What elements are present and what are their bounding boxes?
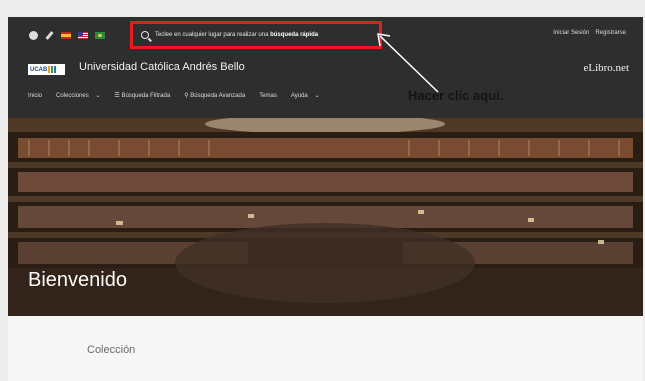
main-nav: Inicio Colecciones ⌄ ☰ Búsqueda Filtrada… — [28, 92, 320, 100]
language-switcher — [29, 31, 105, 40]
search-icon — [141, 31, 149, 39]
auth-links: Iniciar Sesión Registrarse — [553, 30, 626, 36]
quick-search-placeholder[interactable]: Teclee en cualquier lugar para realizar … — [155, 32, 318, 38]
chevron-down-icon: ⌄ — [95, 93, 101, 99]
university-name: Universidad Católica Andrés Bello — [79, 61, 245, 73]
logo-bars-icon — [48, 66, 57, 73]
filter-icon: ☰ — [114, 93, 120, 99]
login-link[interactable]: Iniciar Sesión — [553, 30, 589, 36]
nav-label-colecciones: Colecciones — [56, 93, 89, 99]
logo-text: UCAB — [30, 66, 48, 73]
search-icon: ⚲ — [184, 93, 189, 99]
nav-item-busqueda-avanzada[interactable]: ⚲ Búsqueda Avanzada — [184, 92, 245, 99]
search-placeholder-text: Teclee en cualquier lugar para realizar … — [155, 32, 269, 38]
hero-banner: Bienvenido — [8, 118, 643, 316]
register-link[interactable]: Registrarse — [595, 30, 626, 36]
elibro-brand[interactable]: eLibro.net — [583, 62, 629, 74]
nav-item-inicio[interactable]: Inicio — [28, 93, 42, 99]
nav-item-temas[interactable]: Temas — [259, 93, 277, 99]
app-frame: Teclee en cualquier lugar para realizar … — [8, 17, 643, 381]
nav-item-ayuda[interactable]: Ayuda ⌄ — [291, 92, 320, 99]
nav-label-busqueda-filtrada: Búsqueda Filtrada — [121, 93, 171, 99]
collection-section: Colección — [8, 316, 643, 381]
quick-search-box[interactable]: Teclee en cualquier lugar para realizar … — [130, 21, 382, 49]
search-placeholder-emphasis: búsqueda rápida — [270, 32, 319, 38]
nav-item-colecciones[interactable]: Colecciones ⌄ — [56, 92, 100, 99]
flag-spain-icon[interactable] — [61, 32, 71, 39]
flag-brazil-icon[interactable] — [95, 32, 105, 39]
hero-title: Bienvenido — [28, 269, 127, 291]
chevron-down-icon: ⌄ — [314, 93, 320, 99]
ucab-logo[interactable]: UCAB — [28, 64, 65, 75]
nav-label-ayuda: Ayuda — [290, 93, 308, 99]
flag-usa-icon[interactable] — [78, 32, 88, 39]
nav-label-busqueda-avanzada: Búsqueda Avanzada — [190, 93, 246, 99]
annotation-callout: Hacer clic aquí. — [408, 88, 504, 103]
nav-item-busqueda-filtrada[interactable]: ☰ Búsqueda Filtrada — [114, 92, 170, 99]
top-bar: Teclee en cualquier lugar para realizar … — [8, 17, 643, 118]
globe-icon[interactable] — [29, 31, 38, 40]
collection-title: Colección — [87, 344, 136, 356]
pencil-icon[interactable] — [45, 31, 54, 40]
